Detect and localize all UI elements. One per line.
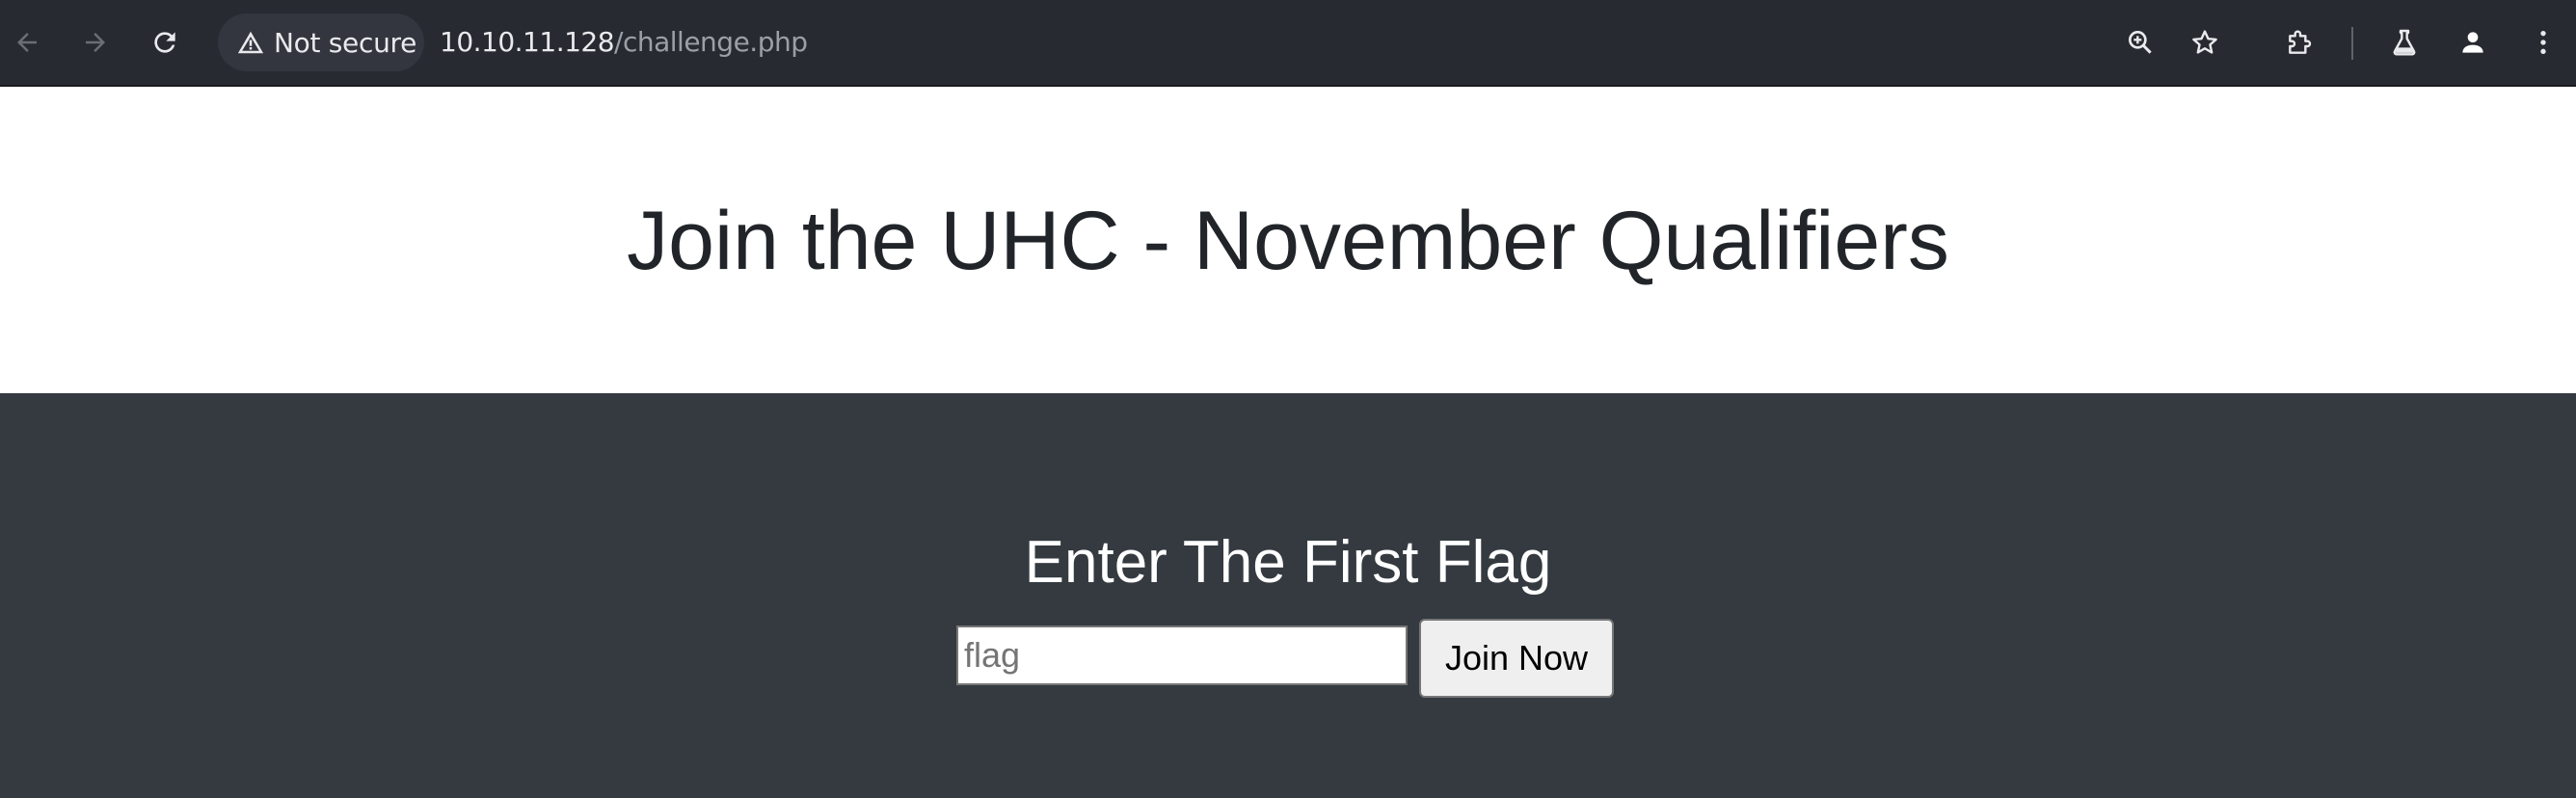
address-bar[interactable]: Not secure 10.10.11.128/challenge.php xyxy=(218,13,2107,71)
security-label: Not secure xyxy=(274,26,417,59)
url-path: /challenge.php xyxy=(614,26,808,58)
url-host: 10.10.11.128 xyxy=(440,26,615,58)
back-button[interactable] xyxy=(6,21,48,64)
security-chip[interactable]: Not secure xyxy=(218,13,424,71)
page-title: Join the UHC - November Qualifiers xyxy=(627,194,1949,287)
zoom-in-icon xyxy=(2125,27,2156,58)
reload-button[interactable] xyxy=(144,21,186,64)
flask-icon xyxy=(2389,27,2420,58)
labs-button[interactable] xyxy=(2383,21,2426,64)
zoom-button[interactable] xyxy=(2119,21,2161,64)
person-icon xyxy=(2457,27,2488,58)
forward-button[interactable] xyxy=(74,21,117,64)
extensions-button[interactable] xyxy=(2279,21,2321,64)
menu-button[interactable] xyxy=(2522,21,2564,64)
warning-triangle-icon xyxy=(235,27,266,58)
browser-toolbar: Not secure 10.10.11.128/challenge.php xyxy=(0,0,2576,87)
three-dots-icon xyxy=(2528,27,2559,58)
arrow-left-icon xyxy=(13,28,41,57)
toolbar-separator xyxy=(2351,27,2353,60)
reload-icon xyxy=(149,27,180,58)
join-now-button[interactable]: Join Now xyxy=(1419,619,1614,698)
arrow-right-icon xyxy=(81,28,110,57)
page-header: Join the UHC - November Qualifiers xyxy=(0,87,2576,393)
bookmark-button[interactable] xyxy=(2184,21,2226,64)
flag-section: Enter The First Flag Join Now xyxy=(0,393,2576,798)
profile-button[interactable] xyxy=(2452,21,2494,64)
url-text[interactable]: 10.10.11.128/challenge.php xyxy=(440,13,808,71)
flag-input[interactable] xyxy=(956,625,1408,685)
star-icon xyxy=(2189,27,2220,58)
flag-heading: Enter The First Flag xyxy=(1024,529,1552,596)
puzzle-icon xyxy=(2285,27,2316,58)
